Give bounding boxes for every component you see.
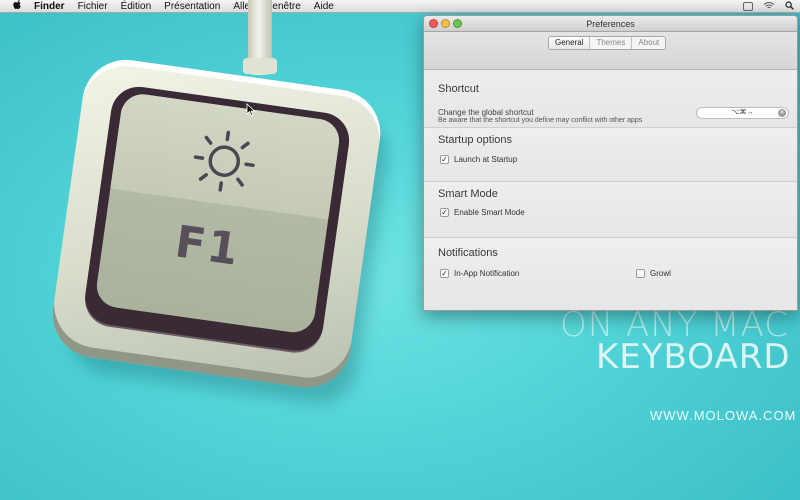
notifications-title: Notifications	[438, 247, 498, 259]
shortcut-title: Shortcut	[438, 83, 479, 95]
minimize-button[interactable]	[441, 19, 450, 28]
menu-finder[interactable]: Finder	[34, 0, 65, 13]
mouse-cursor-icon	[246, 103, 256, 117]
apple-menu-icon[interactable]	[10, 0, 24, 13]
enable-smart-mode-option[interactable]: ✓ Enable Smart Mode	[440, 208, 525, 217]
clear-shortcut-icon[interactable]: ✕	[778, 109, 786, 117]
menu-bar-tray	[743, 0, 794, 13]
window-title: Preferences	[586, 19, 635, 29]
menu-fichier[interactable]: Fichier	[78, 0, 108, 13]
menu-bar: Finder Fichier Édition Présentation Alle…	[0, 0, 800, 13]
shortcut-description: Change the global shortcut	[438, 108, 534, 117]
tab-themes[interactable]: Themes	[589, 37, 631, 49]
startup-title: Startup options	[438, 134, 512, 146]
sun-icon	[193, 130, 255, 192]
enable-smart-mode-checkbox[interactable]: ✓	[440, 208, 449, 217]
close-button[interactable]	[429, 19, 438, 28]
shortcut-recorder-field[interactable]: ⌥⌘→ ✕	[696, 107, 789, 119]
window-tray-icon[interactable]	[743, 2, 753, 11]
tagline-line-2: KEYBOARD	[596, 337, 791, 377]
smart-mode-title: Smart Mode	[438, 188, 498, 200]
shortcut-warning: Be aware that the shortcut you define ma…	[438, 117, 643, 124]
menu-edition[interactable]: Édition	[121, 0, 152, 13]
launch-at-startup-option[interactable]: ✓ Launch at Startup	[440, 155, 517, 164]
window-toolbar: General Themes About	[424, 32, 797, 70]
f1-key: F1	[10, 20, 439, 449]
tab-about[interactable]: About	[631, 37, 665, 49]
wifi-icon[interactable]	[763, 1, 775, 13]
menu-presentation[interactable]: Présentation	[164, 0, 220, 13]
spotlight-icon[interactable]	[785, 0, 794, 13]
launch-at-startup-label: Launch at Startup	[454, 155, 518, 164]
growl-label: Growl	[650, 269, 671, 278]
notifications-section: Notifications ✓ In-App Notification Grow…	[424, 238, 797, 310]
growl-option[interactable]: Growl	[636, 269, 671, 278]
launch-at-startup-checkbox[interactable]: ✓	[440, 155, 449, 164]
preferences-window: Preferences General Themes About Shortcu…	[423, 15, 798, 311]
segmented-tabs: General Themes About	[548, 36, 667, 50]
window-titlebar[interactable]: Preferences	[424, 16, 797, 32]
shortcut-value: ⌥⌘→	[731, 109, 754, 116]
growl-checkbox[interactable]	[636, 269, 645, 278]
startup-section: Startup options ✓ Launch at Startup	[424, 128, 797, 182]
in-app-notification-label: In-App Notification	[454, 269, 520, 278]
enable-smart-mode-label: Enable Smart Mode	[454, 208, 525, 217]
in-app-notification-option[interactable]: ✓ In-App Notification	[440, 269, 519, 278]
shortcut-section: Shortcut Change the global shortcut Be a…	[424, 71, 797, 128]
website-text: WWW.MOLOWA.COM	[650, 408, 797, 423]
zoom-button[interactable]	[453, 19, 462, 28]
in-app-notification-checkbox[interactable]: ✓	[440, 269, 449, 278]
smart-mode-section: Smart Mode ✓ Enable Smart Mode	[424, 182, 797, 238]
key-label: F1	[172, 216, 244, 276]
tab-general[interactable]: General	[549, 37, 590, 49]
window-controls	[429, 19, 462, 28]
menu-aide[interactable]: Aide	[314, 0, 334, 13]
